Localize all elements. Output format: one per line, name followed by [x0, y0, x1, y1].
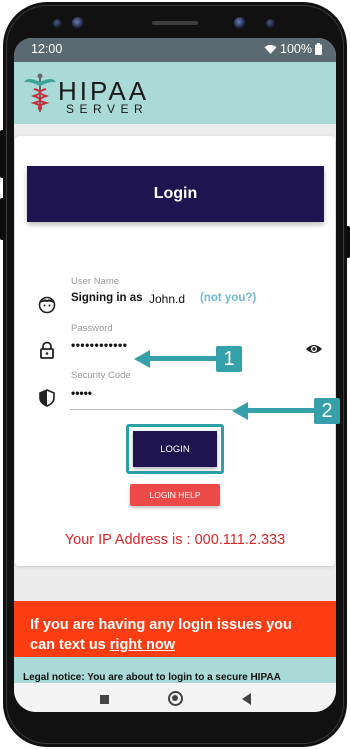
login-button-highlight: LOGIN [126, 424, 224, 474]
caduceus-icon [24, 73, 56, 112]
volume-up-button [0, 198, 4, 240]
shield-icon [39, 389, 55, 407]
login-title: Login [27, 166, 324, 222]
arrow-2-line [246, 408, 316, 413]
security-code-input[interactable]: ••••• [71, 386, 92, 400]
screen: 12:00 100% HIPAA SERVER Login User Name … [14, 38, 336, 712]
lock-icon [40, 341, 54, 359]
home-icon[interactable] [168, 691, 183, 706]
battery-icon [315, 43, 322, 55]
camera-icon [234, 17, 246, 29]
status-bar: 12:00 100% [14, 38, 336, 62]
username-label: User Name [71, 276, 120, 287]
password-input[interactable]: •••••••••••• [71, 338, 127, 352]
speaker-grille [152, 21, 198, 25]
status-time: 12:00 [31, 42, 63, 56]
sensor-icon [53, 19, 62, 28]
logo: HIPAA SERVER [24, 70, 164, 118]
logo-subtext: SERVER [66, 102, 149, 116]
security-code-label: Security Code [71, 370, 131, 381]
android-nav-bar [14, 683, 336, 712]
eye-icon[interactable] [305, 340, 323, 358]
side-button [346, 226, 350, 258]
login-help-button[interactable]: LOGIN HELP [130, 484, 220, 506]
app-header: HIPAA SERVER [14, 62, 336, 124]
back-icon[interactable] [242, 693, 251, 705]
ip-address-text: Your IP Address is : 000.111.2.333 [64, 532, 286, 548]
front-camera-icon [72, 17, 84, 29]
signing-in-as-text: Signing in as [71, 292, 143, 304]
not-you-link[interactable]: (not you?) [200, 292, 256, 304]
login-button[interactable]: LOGIN [133, 431, 217, 467]
arrow-1-line [148, 356, 218, 361]
step-badge-1: 1 [216, 346, 242, 372]
page-content: Login User Name Signing in as John.d (no… [14, 124, 336, 664]
face-icon [38, 296, 56, 314]
power-button [0, 130, 4, 178]
wifi-icon [264, 44, 277, 54]
legal-text: Legal notice: You are about to login to … [23, 672, 281, 683]
password-label: Password [71, 323, 113, 334]
username-value: John.d [149, 292, 186, 306]
status-right: 100% [264, 42, 322, 56]
sensor-icon [266, 19, 275, 28]
recent-apps-icon[interactable] [100, 695, 109, 704]
battery-percent: 100% [280, 42, 312, 56]
right-now-link[interactable]: right now [110, 637, 175, 653]
step-badge-2: 2 [314, 398, 340, 424]
